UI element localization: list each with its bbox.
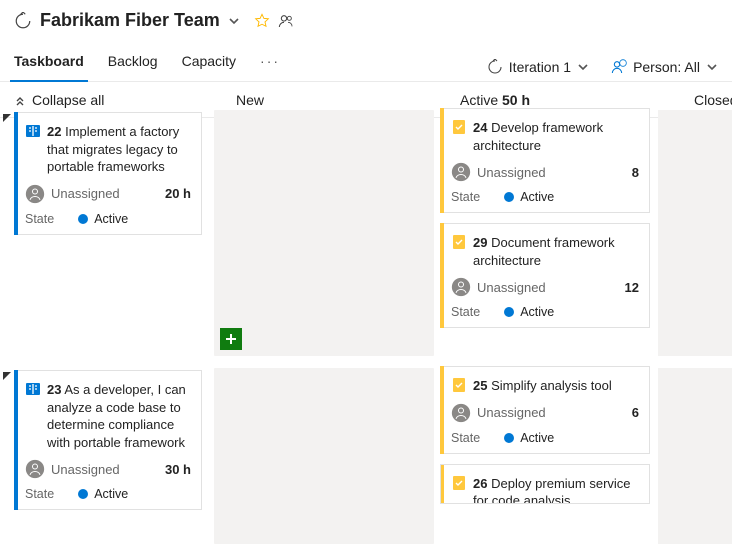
state-dot-icon bbox=[504, 307, 514, 317]
work-item-title: Develop framework architecture bbox=[473, 120, 603, 153]
task-icon bbox=[451, 475, 467, 491]
tab-capacity[interactable]: Capacity bbox=[182, 47, 236, 81]
state-value[interactable]: Active bbox=[78, 487, 128, 501]
state-label: State bbox=[451, 305, 480, 319]
task-icon bbox=[451, 119, 467, 135]
column-new-cell[interactable] bbox=[214, 110, 434, 356]
state-label: State bbox=[451, 190, 480, 204]
person-label: Person: All bbox=[633, 59, 700, 75]
column-active-cell[interactable]: 24 Develop framework architecture Unassi… bbox=[440, 104, 658, 362]
state-dot-icon bbox=[504, 192, 514, 202]
story-card[interactable]: 23 As a developer, I can analyze a code … bbox=[14, 370, 202, 510]
work-item-title: Document framework architecture bbox=[473, 235, 615, 268]
assignee[interactable]: Unassigned bbox=[451, 162, 546, 182]
team-members-icon[interactable] bbox=[278, 13, 294, 29]
more-tabs-icon[interactable]: ··· bbox=[260, 47, 280, 81]
work-item-id: 26 bbox=[473, 476, 487, 491]
remaining-hours: 20 h bbox=[165, 186, 191, 201]
row-expander[interactable] bbox=[0, 370, 14, 380]
state-value[interactable]: Active bbox=[504, 305, 554, 319]
task-card[interactable]: 24 Develop framework architecture Unassi… bbox=[440, 108, 650, 213]
column-new-cell[interactable] bbox=[214, 368, 434, 544]
iteration-label: Iteration 1 bbox=[509, 59, 571, 75]
assignee-label: Unassigned bbox=[51, 462, 120, 477]
story-card[interactable]: 22 Implement a factory that migrates leg… bbox=[14, 112, 202, 235]
tab-backlog[interactable]: Backlog bbox=[108, 47, 158, 81]
sprint-icon bbox=[14, 12, 32, 30]
task-card[interactable]: 25 Simplify analysis tool Unassigned 6 S… bbox=[440, 366, 650, 454]
work-item-id: 22 bbox=[47, 124, 61, 139]
add-task-button[interactable] bbox=[220, 328, 242, 350]
column-active-cell[interactable]: 25 Simplify analysis tool Unassigned 6 S… bbox=[440, 362, 658, 550]
iteration-picker[interactable]: Iteration 1 bbox=[487, 59, 589, 75]
remaining-hours: 12 bbox=[625, 280, 639, 295]
chevron-down-icon[interactable] bbox=[228, 15, 240, 27]
state-label: State bbox=[25, 212, 54, 226]
assignee-label: Unassigned bbox=[477, 280, 546, 295]
work-item-id: 23 bbox=[47, 382, 61, 397]
column-closed-cell[interactable] bbox=[658, 368, 732, 544]
task-icon bbox=[451, 234, 467, 250]
tab-taskboard[interactable]: Taskboard bbox=[14, 47, 84, 81]
remaining-hours: 30 h bbox=[165, 462, 191, 477]
person-icon bbox=[611, 59, 627, 75]
state-dot-icon bbox=[78, 489, 88, 499]
user-story-icon bbox=[25, 123, 41, 139]
task-card[interactable]: 29 Document framework architecture Unass… bbox=[440, 223, 650, 328]
task-card[interactable]: 26 Deploy premium service for code analy… bbox=[440, 464, 650, 504]
state-value[interactable]: Active bbox=[78, 212, 128, 226]
chevron-down-icon bbox=[706, 61, 718, 73]
state-label: State bbox=[25, 487, 54, 501]
user-story-icon bbox=[25, 381, 41, 397]
assignee[interactable]: Unassigned bbox=[25, 184, 120, 204]
assignee[interactable]: Unassigned bbox=[25, 459, 120, 479]
sprint-icon bbox=[487, 59, 503, 75]
state-dot-icon bbox=[504, 433, 514, 443]
work-item-title: As a developer, I can analyze a code bas… bbox=[47, 382, 186, 450]
work-item-id: 25 bbox=[473, 378, 487, 393]
assignee-label: Unassigned bbox=[477, 165, 546, 180]
work-item-id: 24 bbox=[473, 120, 487, 135]
state-value[interactable]: Active bbox=[504, 431, 554, 445]
work-item-id: 29 bbox=[473, 235, 487, 250]
chevron-down-icon bbox=[577, 61, 589, 73]
remaining-hours: 6 bbox=[632, 405, 639, 420]
team-title[interactable]: Fabrikam Fiber Team bbox=[40, 10, 220, 31]
work-item-title: Implement a factory that migrates legacy… bbox=[47, 124, 179, 174]
remaining-hours: 8 bbox=[632, 165, 639, 180]
work-item-title: Simplify analysis tool bbox=[491, 378, 612, 393]
task-icon bbox=[451, 377, 467, 393]
assignee[interactable]: Unassigned bbox=[451, 403, 546, 423]
state-label: State bbox=[451, 431, 480, 445]
person-filter[interactable]: Person: All bbox=[611, 59, 718, 75]
column-closed-cell[interactable] bbox=[658, 110, 732, 356]
state-dot-icon bbox=[78, 214, 88, 224]
work-item-title: Deploy premium service for code analysis bbox=[473, 476, 631, 504]
assignee-label: Unassigned bbox=[477, 405, 546, 420]
assignee[interactable]: Unassigned bbox=[451, 277, 546, 297]
row-expander[interactable] bbox=[0, 112, 14, 122]
star-icon[interactable] bbox=[254, 13, 270, 29]
state-value[interactable]: Active bbox=[504, 190, 554, 204]
assignee-label: Unassigned bbox=[51, 186, 120, 201]
